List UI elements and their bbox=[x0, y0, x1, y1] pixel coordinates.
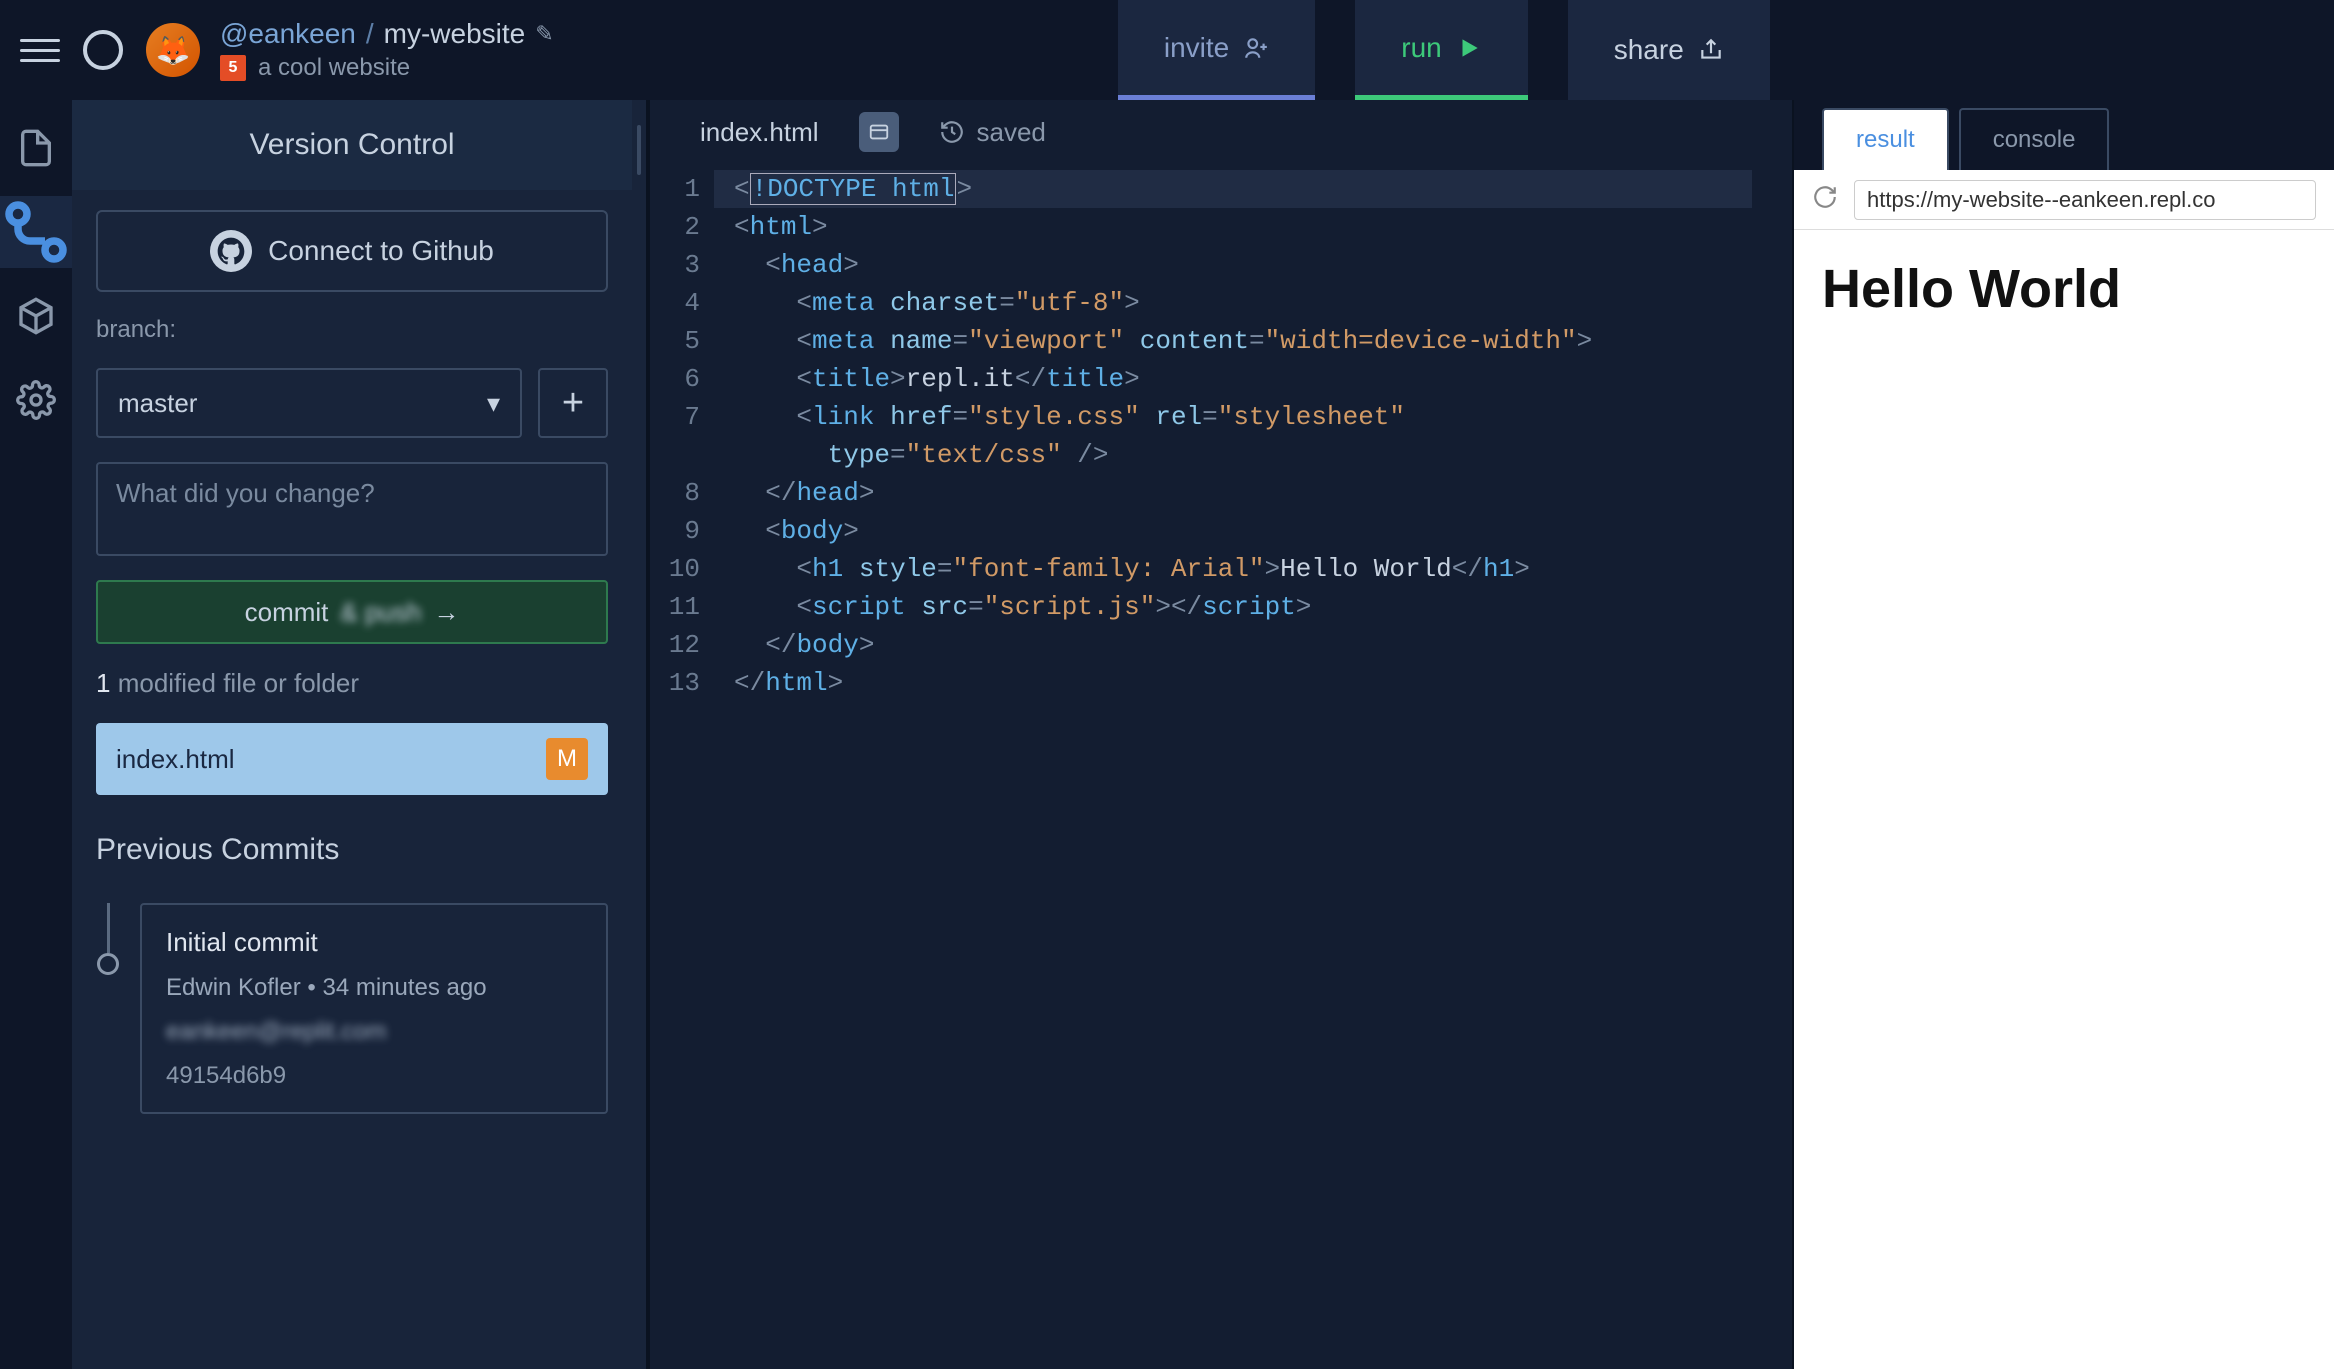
code-editor[interactable]: 1234567 8910111213 <!DOCTYPE html><html>… bbox=[650, 164, 1792, 1369]
history-icon bbox=[939, 119, 965, 145]
previous-commits-heading: Previous Commits bbox=[96, 833, 608, 867]
logo-icon bbox=[80, 27, 126, 73]
run-button[interactable]: run bbox=[1355, 0, 1527, 100]
saved-status: saved bbox=[977, 117, 1046, 148]
editor-filename: index.html bbox=[700, 117, 819, 148]
files-icon[interactable] bbox=[16, 128, 56, 168]
new-branch-button[interactable]: + bbox=[538, 368, 608, 438]
commit-email: eankeen@replit.com bbox=[166, 1018, 582, 1046]
share-icon bbox=[1698, 37, 1724, 63]
modified-badge: M bbox=[546, 738, 588, 780]
preview-content: Hello World bbox=[1794, 230, 2334, 1369]
sidebar-title: Version Control bbox=[72, 100, 632, 190]
branch-select[interactable]: master ▾ bbox=[96, 368, 522, 438]
changed-file-row[interactable]: index.html M bbox=[96, 723, 608, 795]
github-icon bbox=[210, 230, 252, 272]
commit-graph-line bbox=[107, 903, 110, 953]
settings-icon[interactable] bbox=[16, 380, 56, 420]
commit-card[interactable]: Initial commit Edwin Kofler • 34 minutes… bbox=[140, 903, 608, 1114]
menu-icon[interactable] bbox=[20, 30, 60, 70]
repo-name: my-website bbox=[384, 18, 526, 50]
packages-icon[interactable] bbox=[16, 296, 56, 336]
commit-hash: 49154d6b9 bbox=[166, 1062, 582, 1090]
avatar[interactable]: 🦊 bbox=[146, 23, 200, 77]
reload-icon[interactable] bbox=[1812, 184, 1838, 215]
resize-handle[interactable] bbox=[632, 100, 646, 1369]
connect-github-button[interactable]: Connect to Github bbox=[96, 210, 608, 292]
commit-author-time: Edwin Kofler • 34 minutes ago bbox=[166, 974, 582, 1002]
invite-button[interactable]: invite bbox=[1118, 0, 1315, 100]
username: @eankeen bbox=[220, 18, 356, 50]
play-icon bbox=[1456, 35, 1482, 61]
tab-result[interactable]: result bbox=[1822, 108, 1949, 170]
user-plus-icon bbox=[1243, 35, 1269, 61]
commit-graph-dot bbox=[97, 953, 119, 975]
modified-count: 1 modified file or folder bbox=[96, 668, 608, 699]
chevron-down-icon: ▾ bbox=[487, 388, 500, 419]
commit-title: Initial commit bbox=[166, 927, 582, 958]
edit-icon[interactable]: ✎ bbox=[535, 21, 553, 47]
version-control-icon[interactable] bbox=[0, 196, 72, 268]
branch-label: branch: bbox=[96, 316, 608, 344]
repo-description: a cool website bbox=[258, 54, 410, 82]
commit-button[interactable]: commit & push → bbox=[96, 580, 608, 644]
share-button[interactable]: share bbox=[1568, 0, 1770, 100]
line-numbers: 1234567 8910111213 bbox=[650, 164, 714, 1369]
tab-console[interactable]: console bbox=[1959, 108, 2110, 170]
url-bar[interactable]: https://my-website--eankeen.repl.co bbox=[1854, 180, 2316, 220]
commit-message-input[interactable] bbox=[96, 462, 608, 556]
html5-icon: 5 bbox=[220, 55, 246, 81]
repo-path[interactable]: @eankeen/my-website ✎ bbox=[220, 18, 554, 50]
preview-heading: Hello World bbox=[1822, 258, 2306, 320]
layout-icon[interactable] bbox=[859, 112, 899, 152]
